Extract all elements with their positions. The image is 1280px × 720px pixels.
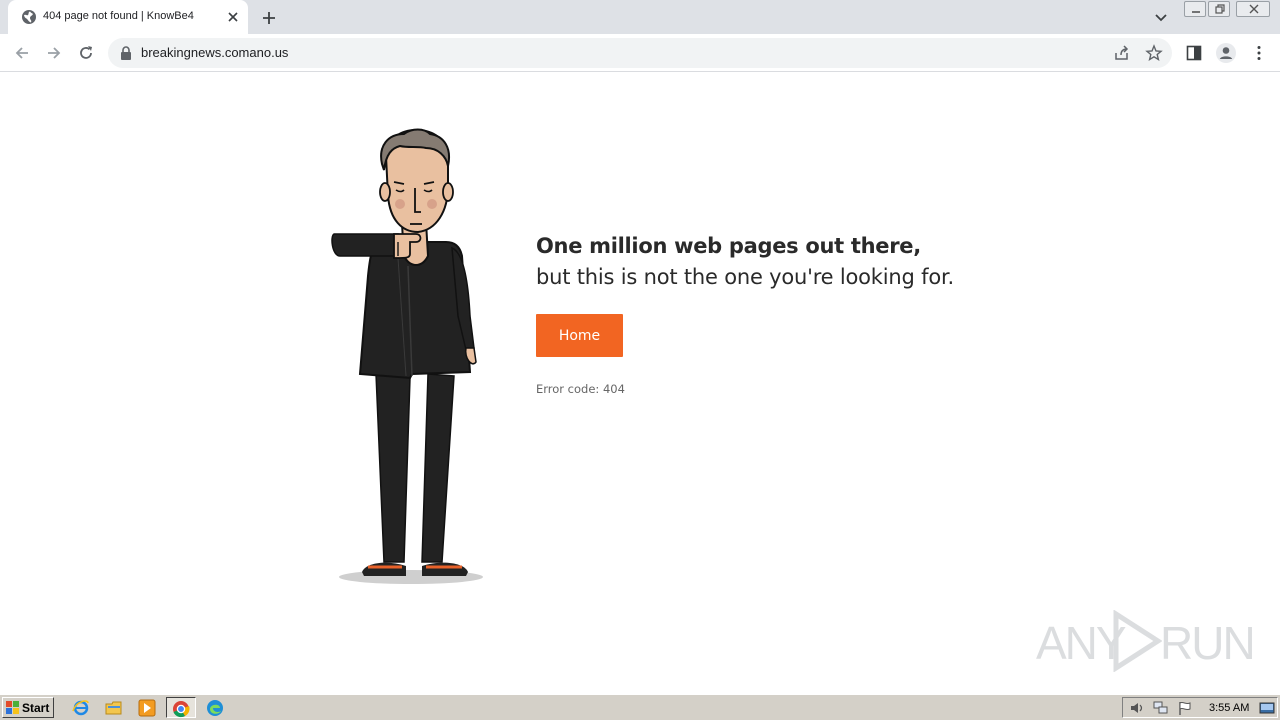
character-illustration [331,128,483,584]
media-player-icon [138,699,156,717]
back-arrow-icon[interactable] [12,43,32,63]
share-icon[interactable] [1113,44,1131,62]
star-icon[interactable] [1145,44,1163,62]
volume-icon[interactable] [1129,700,1145,716]
clock[interactable]: 3:55 AM [1209,702,1249,714]
error-subheadline: but this is not the one you're looking f… [536,265,954,289]
taskbar-internet-explorer[interactable] [68,697,94,718]
system-tray: 3:55 AM [1122,697,1278,718]
close-icon [1249,4,1259,14]
browser-tab-strip: 404 page not found | KnowBe4 [0,0,1280,34]
start-label: Start [22,701,50,715]
windows-logo-icon [6,701,19,714]
chevron-down-icon[interactable] [1150,7,1172,27]
minimize-icon [1192,11,1200,13]
lock-icon[interactable] [120,46,132,60]
home-button[interactable]: Home [536,314,623,357]
taskbar-file-explorer[interactable] [101,697,127,718]
edge-icon [207,700,223,716]
profile-avatar-icon[interactable] [1215,42,1237,64]
network-icon[interactable] [1153,700,1169,716]
watermark-text-right: RUN [1160,617,1256,669]
folder-icon [105,701,122,715]
restore-icon [1215,4,1225,14]
url-text[interactable]: breakingnews.comano.us [141,45,288,60]
new-tab-icon[interactable] [258,7,280,29]
error-headline: One million web pages out there, [536,234,921,258]
browser-tab-active[interactable]: 404 page not found | KnowBe4 [8,0,248,34]
restore-window-button[interactable] [1208,1,1230,17]
chrome-icon [173,701,190,718]
taskbar-edge[interactable] [202,697,228,718]
close-tab-icon[interactable] [224,8,242,26]
kebab-menu-icon[interactable] [1249,43,1269,63]
internet-explorer-icon [72,700,89,716]
browser-toolbar: breakingnews.comano.us [0,34,1280,72]
error-code-text: Error code: 404 [536,382,625,396]
side-panel-icon[interactable] [1184,43,1204,63]
forward-arrow-icon[interactable] [44,43,64,63]
minimize-window-button[interactable] [1184,1,1206,17]
address-bar[interactable]: breakingnews.comano.us [108,38,1172,68]
show-desktop-icon[interactable] [1259,700,1275,716]
tab-title: 404 page not found | KnowBe4 [43,10,194,22]
taskbar-chrome[interactable] [166,697,196,718]
globe-icon [22,10,36,24]
windows-taskbar: Start 3:55 AM [0,694,1280,720]
anyrun-watermark: ANY RUN [1036,606,1256,672]
taskbar-media-player[interactable] [134,697,160,718]
close-window-button[interactable] [1236,1,1270,17]
play-logo-icon [1113,610,1162,672]
start-button[interactable]: Start [2,697,54,718]
flag-icon[interactable] [1177,700,1193,716]
reload-icon[interactable] [76,43,96,63]
